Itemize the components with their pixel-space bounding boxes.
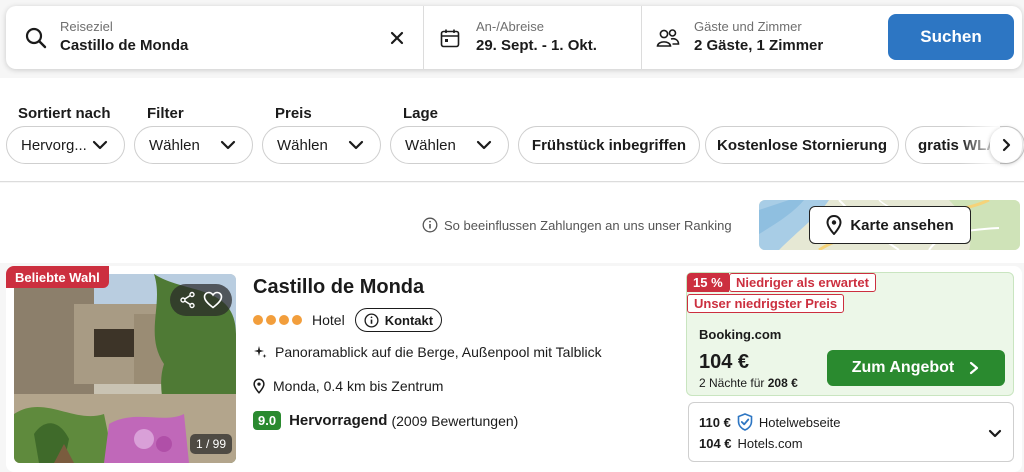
hotel-location-text: Monda, 0.4 km bis Zentrum (273, 378, 444, 394)
chevron-down-icon (220, 140, 236, 150)
offer-row[interactable]: 104 € Hotels.com (699, 436, 803, 451)
chevron-down-icon (92, 140, 108, 150)
photo-counter: 1 / 99 (190, 434, 233, 454)
best-deal-box[interactable]: 15 % Niedriger als erwartet Unser niedri… (686, 272, 1014, 396)
lowest-price-tag: Unser niedrigster Preis (687, 294, 845, 313)
lower-than-expected-tag: Niedriger als erwartet (729, 273, 876, 292)
dates-label: An-/Abreise (476, 19, 544, 34)
contact-button[interactable]: Kontakt (354, 308, 443, 332)
chevron-right-icon (1002, 138, 1011, 152)
offer-provider: Hotelwebseite (758, 414, 841, 430)
hotel-rating-row: Hotel Kontakt (253, 308, 443, 332)
contact-label: Kontakt (384, 312, 434, 328)
guests-label: Gäste und Zimmer (694, 19, 802, 34)
discount-badge: 15 % (687, 273, 729, 292)
price-label: Preis (275, 105, 312, 122)
info-icon (422, 217, 438, 233)
sort-label: Sortiert nach (18, 105, 111, 122)
star-dot (253, 315, 263, 325)
review-count: (2009 Bewertungen) (391, 412, 519, 429)
share-icon[interactable] (179, 291, 197, 309)
view-deal-button[interactable]: Zum Angebot (827, 350, 1005, 386)
calendar-icon (440, 29, 460, 48)
star-rating (253, 315, 302, 325)
hotel-feature-text: Panoramablick auf die Berge, Außenpool m… (275, 344, 602, 360)
deal-price: 104 € (699, 351, 750, 373)
ranking-text: So beeinflussen Zahlungen an uns unser R… (444, 217, 732, 233)
map-button-label: Karte ansehen (850, 216, 954, 234)
hotel-type: Hotel (312, 312, 345, 328)
offer-row[interactable]: 110 € Hotelwebseite (699, 413, 840, 431)
nights-prefix: 2 Nächte für (699, 376, 765, 390)
sparkle-icon (254, 346, 267, 358)
guests-icon (656, 29, 680, 47)
star-dot (266, 315, 276, 325)
search-icon (25, 27, 47, 49)
offer-price: 104 € (699, 436, 732, 451)
photo-actions (170, 284, 232, 316)
filter-dropdown[interactable]: Wählen (134, 126, 253, 164)
free-cancellation-chip[interactable]: Kostenlose Stornierung (705, 126, 899, 164)
dates-field[interactable]: An-/Abreise 29. Sept. - 1. Okt. (424, 6, 642, 69)
star-dot (292, 315, 302, 325)
breakfast-filter-label: Frühstück inbegriffen (531, 136, 687, 154)
destination-field[interactable]: Reiseziel Castillo de Monda (6, 6, 424, 69)
chevron-down-icon (348, 140, 364, 150)
offer-provider: Hotels.com (737, 436, 803, 451)
star-dot (279, 315, 289, 325)
info-icon (364, 312, 379, 328)
hotel-location: Monda, 0.4 km bis Zentrum (253, 378, 443, 394)
view-deal-label: Zum Angebot (851, 359, 955, 376)
clear-icon[interactable] (390, 31, 404, 45)
chevron-down-icon[interactable] (985, 423, 1005, 443)
filter-bar: Sortiert nach Hervorg... Filter Wählen P… (0, 78, 1024, 182)
nights-total-price: 208 € (767, 376, 798, 390)
review-score: 9.0 (253, 411, 282, 430)
other-offers[interactable]: 110 € Hotelwebseite 104 € Hotels.com (688, 402, 1014, 462)
dates-value: 29. Sept. - 1. Okt. (476, 37, 597, 54)
nights-total: 2 Nächte für 208 € (699, 376, 798, 390)
price-value: Wählen (277, 136, 328, 154)
free-cancellation-label: Kostenlose Stornierung (716, 136, 888, 154)
hotel-card[interactable]: Beliebte Wahl 1 / 99 Castillo de Monda H… (6, 266, 1022, 472)
price-dropdown[interactable]: Wählen (262, 126, 381, 164)
filter-label: Filter (147, 105, 184, 122)
popular-badge: Beliebte Wahl (6, 266, 109, 288)
location-pin-icon (253, 378, 265, 394)
map-preview[interactable]: Karte ansehen (759, 200, 1020, 250)
hotel-name[interactable]: Castillo de Monda (253, 276, 424, 299)
location-dropdown[interactable]: Wählen (390, 126, 509, 164)
destination-label: Reiseziel (60, 19, 113, 34)
hotel-review-summary[interactable]: 9.0 Hervorragend (2009 Bewertungen) (253, 411, 518, 430)
sort-value: Hervorg... (21, 136, 87, 154)
location-value: Wählen (405, 136, 456, 154)
scroll-right-button[interactable] (990, 127, 1022, 163)
location-label: Lage (403, 105, 439, 122)
verified-shield-icon (737, 413, 753, 431)
offer-price: 110 € (699, 414, 731, 430)
deal-provider: Booking.com (699, 327, 782, 342)
hotel-photo[interactable]: 1 / 99 (14, 274, 236, 463)
search-bar: Reiseziel Castillo de Monda An-/Abreise … (6, 6, 1022, 69)
guests-value: 2 Gäste, 1 Zimmer (694, 37, 824, 54)
filter-value: Wählen (149, 136, 200, 154)
sort-dropdown[interactable]: Hervorg... (6, 126, 125, 164)
destination-value: Castillo de Monda (60, 37, 189, 54)
ranking-info-link[interactable]: So beeinflussen Zahlungen an uns unser R… (422, 217, 732, 233)
search-button[interactable]: Suchen (888, 14, 1014, 60)
map-button[interactable]: Karte ansehen (809, 206, 971, 244)
chevron-right-icon (970, 361, 979, 375)
heart-icon[interactable] (203, 291, 223, 309)
rating-word: Hervorragend (289, 412, 388, 429)
chevron-down-icon (476, 140, 492, 150)
info-row: So beeinflussen Zahlungen an uns unser R… (0, 183, 1024, 263)
breakfast-filter-chip[interactable]: Frühstück inbegriffen (518, 126, 700, 164)
guests-field[interactable]: Gäste und Zimmer 2 Gäste, 1 Zimmer (642, 6, 882, 69)
location-pin-icon (826, 215, 842, 235)
hotel-feature: Panoramablick auf die Berge, Außenpool m… (253, 344, 602, 360)
